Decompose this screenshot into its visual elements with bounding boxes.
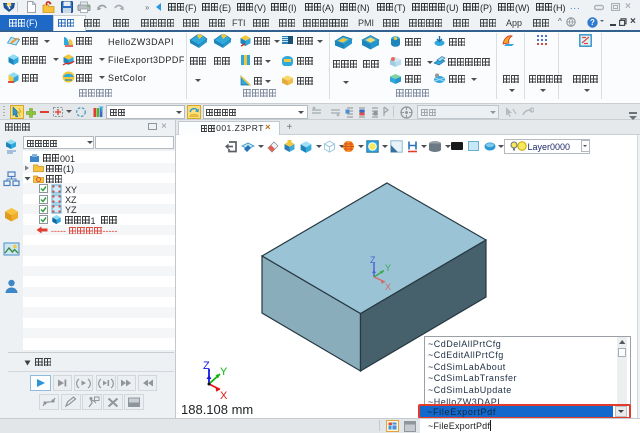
- svg-text:Z: Z: [203, 360, 210, 372]
- svg-text:Z: Z: [370, 255, 376, 265]
- svg-text:?: ?: [590, 18, 595, 27]
- svg-text:Y: Y: [385, 263, 391, 273]
- svg-text:Y: Y: [220, 366, 228, 378]
- svg-text:X: X: [220, 390, 228, 402]
- svg-text:X: X: [385, 282, 391, 292]
